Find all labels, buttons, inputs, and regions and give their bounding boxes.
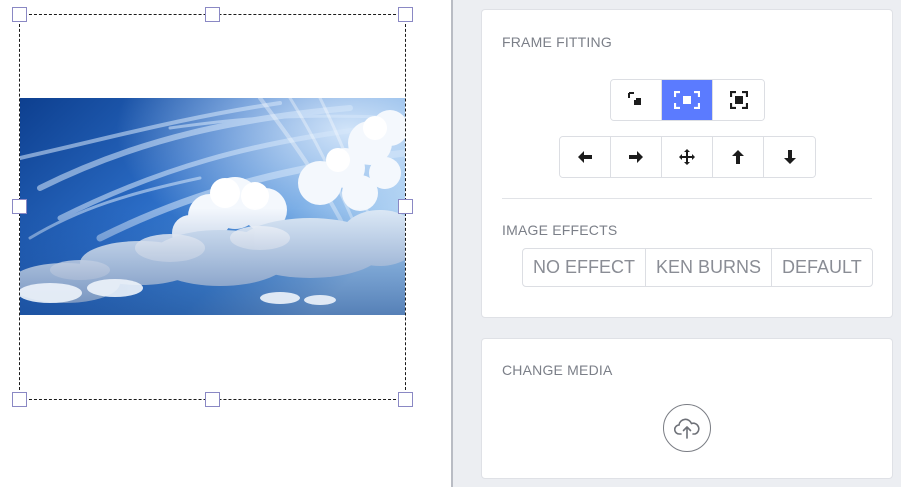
cloud-upload-icon: [674, 418, 700, 439]
shrink-corner-icon: [628, 92, 641, 105]
arrow-down-icon: [783, 150, 796, 164]
section-divider: [502, 198, 872, 199]
change-media-card: CHANGE MEDIA: [481, 338, 893, 479]
resize-handle-top[interactable]: [205, 7, 220, 22]
image-effects-title: IMAGE EFFECTS: [502, 222, 618, 238]
fit-center-button[interactable]: [662, 80, 713, 120]
move-right-button[interactable]: [611, 137, 662, 177]
effect-ken-burns-button[interactable]: KEN BURNS: [646, 249, 773, 286]
properties-panel: FRAME FITTING IMAGE EFFECTS NO EFFECT KE…: [453, 0, 901, 487]
selection-frame[interactable]: [19, 14, 406, 400]
effect-default-button[interactable]: DEFAULT: [772, 249, 872, 286]
move-button-group: [559, 136, 816, 178]
fill-frame-button[interactable]: [713, 80, 764, 120]
resize-handle-bottom-right[interactable]: [398, 392, 413, 407]
arrow-right-icon: [629, 151, 643, 163]
fit-top-left-button[interactable]: [611, 80, 662, 120]
move-center-button[interactable]: [662, 137, 713, 177]
resize-handle-bottom[interactable]: [205, 392, 220, 407]
upload-media-button[interactable]: [663, 404, 711, 452]
fit-frame-icon: [674, 91, 700, 109]
resize-handle-top-left[interactable]: [12, 7, 27, 22]
move-left-button[interactable]: [560, 137, 611, 177]
fill-frame-icon: [729, 91, 748, 109]
change-media-title: CHANGE MEDIA: [502, 362, 613, 378]
arrow-left-icon: [578, 151, 592, 163]
frame-fitting-card: FRAME FITTING IMAGE EFFECTS NO EFFECT KE…: [481, 9, 893, 318]
fit-button-group: [610, 79, 765, 121]
frame-fitting-title: FRAME FITTING: [502, 34, 612, 50]
resize-handle-bottom-left[interactable]: [12, 392, 27, 407]
resize-handle-top-right[interactable]: [398, 7, 413, 22]
move-up-button[interactable]: [713, 137, 764, 177]
move-down-button[interactable]: [764, 137, 815, 177]
resize-handle-right[interactable]: [398, 199, 413, 214]
image-effects-group: NO EFFECT KEN BURNS DEFAULT: [522, 248, 873, 287]
design-canvas[interactable]: [0, 0, 451, 487]
move-center-icon: [679, 149, 695, 165]
effect-no-effect-button[interactable]: NO EFFECT: [523, 249, 646, 286]
resize-handle-left[interactable]: [12, 199, 27, 214]
arrow-up-icon: [732, 150, 744, 164]
